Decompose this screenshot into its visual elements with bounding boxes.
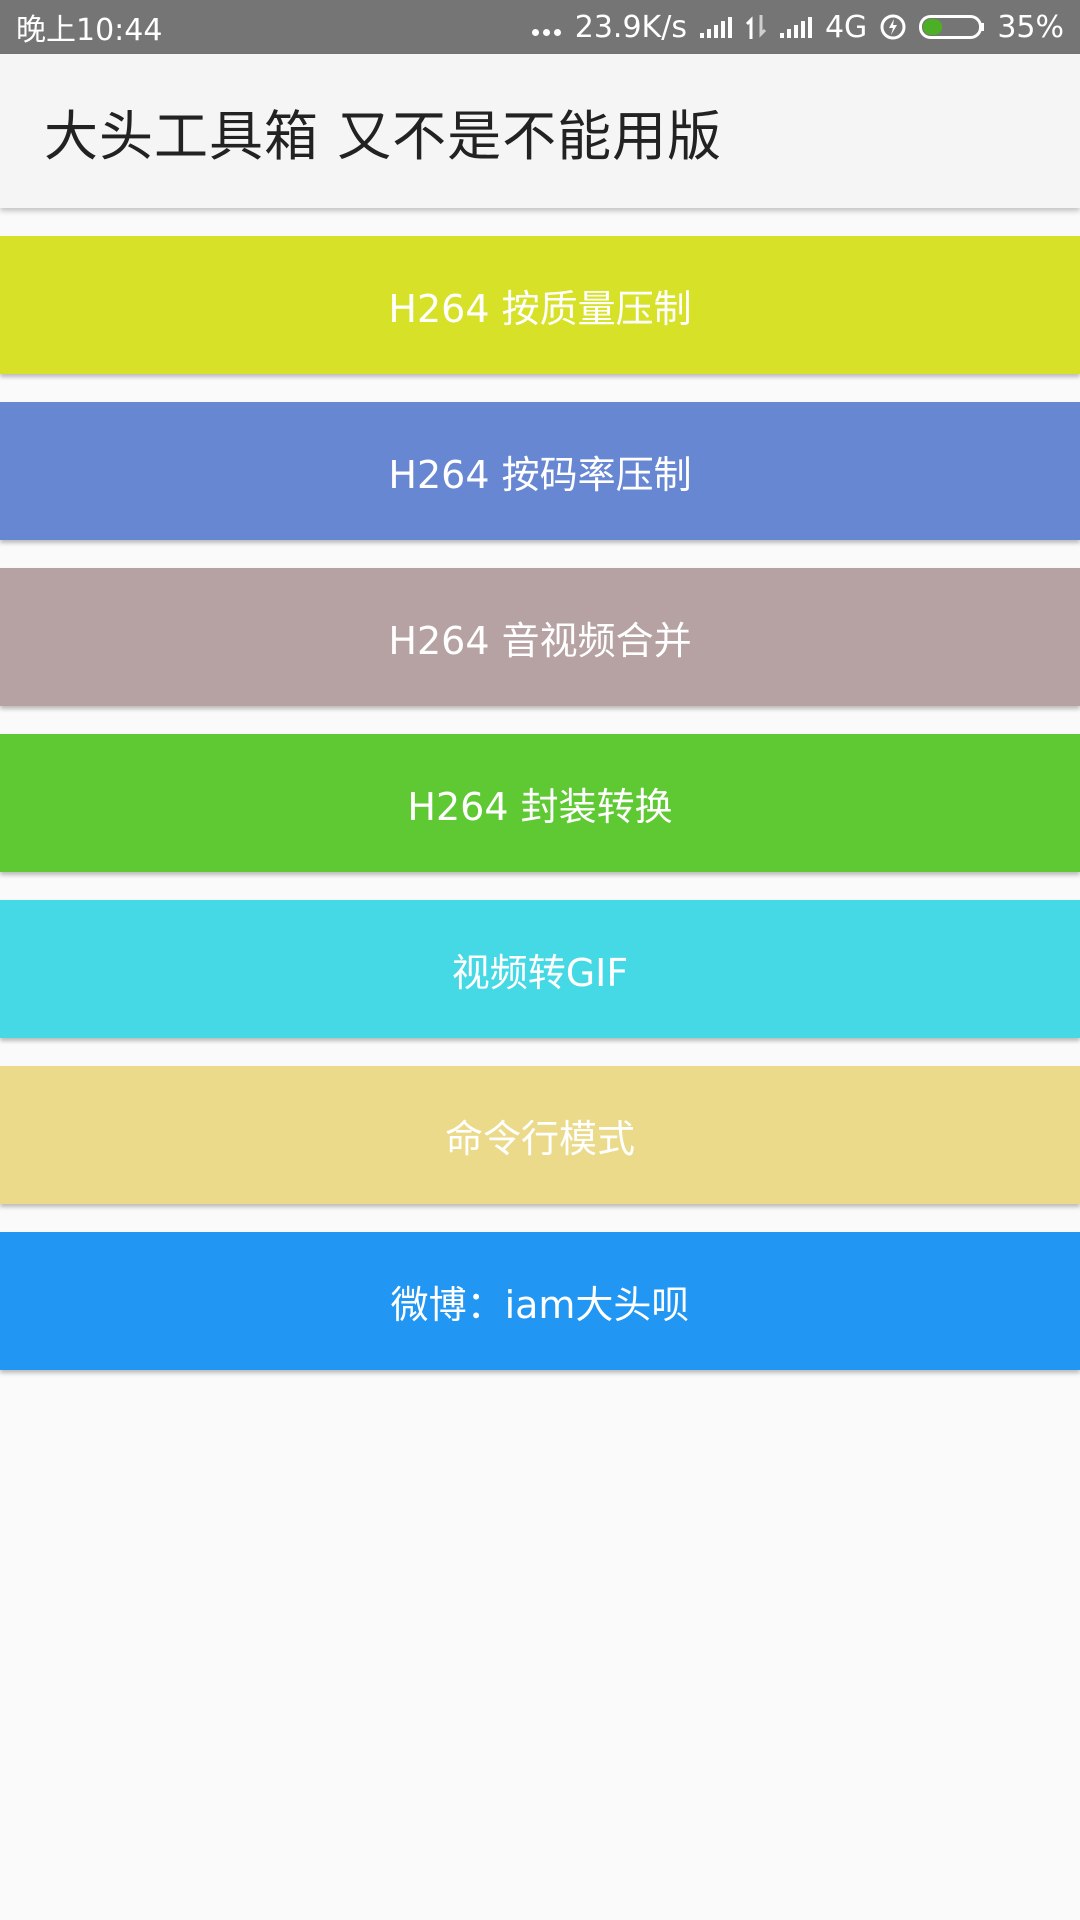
signal-icon	[699, 15, 733, 39]
app-bar: 大头工具箱 又不是不能用版	[0, 54, 1080, 208]
video-to-gif-button[interactable]: 视频转GIF	[0, 900, 1080, 1038]
signal-icon-2	[779, 15, 813, 39]
battery-percent: 35%	[997, 9, 1064, 45]
network-type: 4G	[824, 9, 868, 45]
battery-fill	[923, 19, 943, 35]
command-line-mode-button[interactable]: 命令行模式	[0, 1066, 1080, 1204]
status-left: 晚上10:44	[16, 5, 532, 49]
h264-bitrate-compress-button[interactable]: H264 按码率压制	[0, 402, 1080, 540]
h264-quality-compress-button[interactable]: H264 按质量压制	[0, 236, 1080, 374]
action-list: H264 按质量压制 H264 按码率压制 H264 音视频合并 H264 封装…	[0, 236, 1080, 1398]
weibo-link-button[interactable]: 微博：iam大头呗	[0, 1232, 1080, 1370]
data-arrows-icon	[745, 14, 767, 40]
battery-icon	[919, 13, 985, 41]
status-bar: 晚上10:44 23.9K/s 4G 35%	[0, 0, 1080, 54]
status-time: 晚上10:44	[16, 13, 163, 48]
net-speed: 23.9K/s	[574, 9, 687, 45]
more-dots-icon	[531, 12, 561, 42]
h264-remux-button[interactable]: H264 封装转换	[0, 734, 1080, 872]
status-right: 23.9K/s 4G 35%	[531, 9, 1064, 45]
h264-av-merge-button[interactable]: H264 音视频合并	[0, 568, 1080, 706]
app-title: 大头工具箱 又不是不能用版	[44, 104, 723, 168]
charge-icon	[879, 13, 907, 41]
